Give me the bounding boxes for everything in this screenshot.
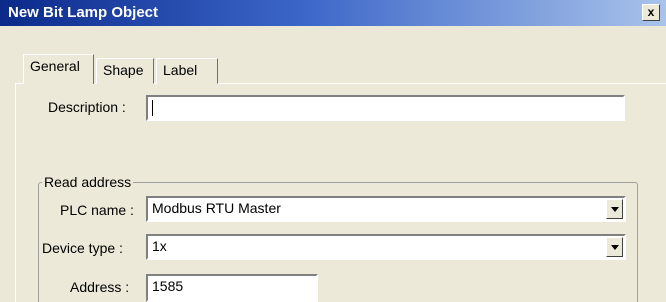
device-type-label: Device type : (42, 240, 123, 256)
tab-label[interactable]: Label (156, 58, 218, 84)
address-input[interactable]: 1585 (146, 274, 318, 302)
plc-name-value: Modbus RTU Master (152, 200, 281, 216)
plc-name-dropdown-arrow-icon[interactable] (606, 199, 623, 219)
tab-shape[interactable]: Shape (96, 58, 154, 84)
plc-name-select[interactable]: Modbus RTU Master (146, 196, 626, 222)
close-button[interactable]: x (642, 4, 660, 21)
dialog-title: New Bit Lamp Object (8, 4, 159, 21)
title-bar[interactable]: New Bit Lamp Object x (0, 0, 666, 26)
dialog-window: New Bit Lamp Object x General Shape Labe… (0, 0, 666, 302)
read-address-group-label: Read address (42, 174, 134, 190)
text-caret (152, 100, 153, 117)
description-input[interactable] (146, 95, 625, 121)
plc-name-label: PLC name : (60, 202, 134, 218)
device-type-select[interactable]: 1x (146, 234, 626, 260)
device-type-value: 1x (152, 238, 167, 254)
device-type-dropdown-arrow-icon[interactable] (606, 237, 623, 257)
address-label: Address : (70, 279, 130, 295)
tab-general[interactable]: General (23, 54, 94, 84)
description-label: Description : (48, 99, 126, 115)
